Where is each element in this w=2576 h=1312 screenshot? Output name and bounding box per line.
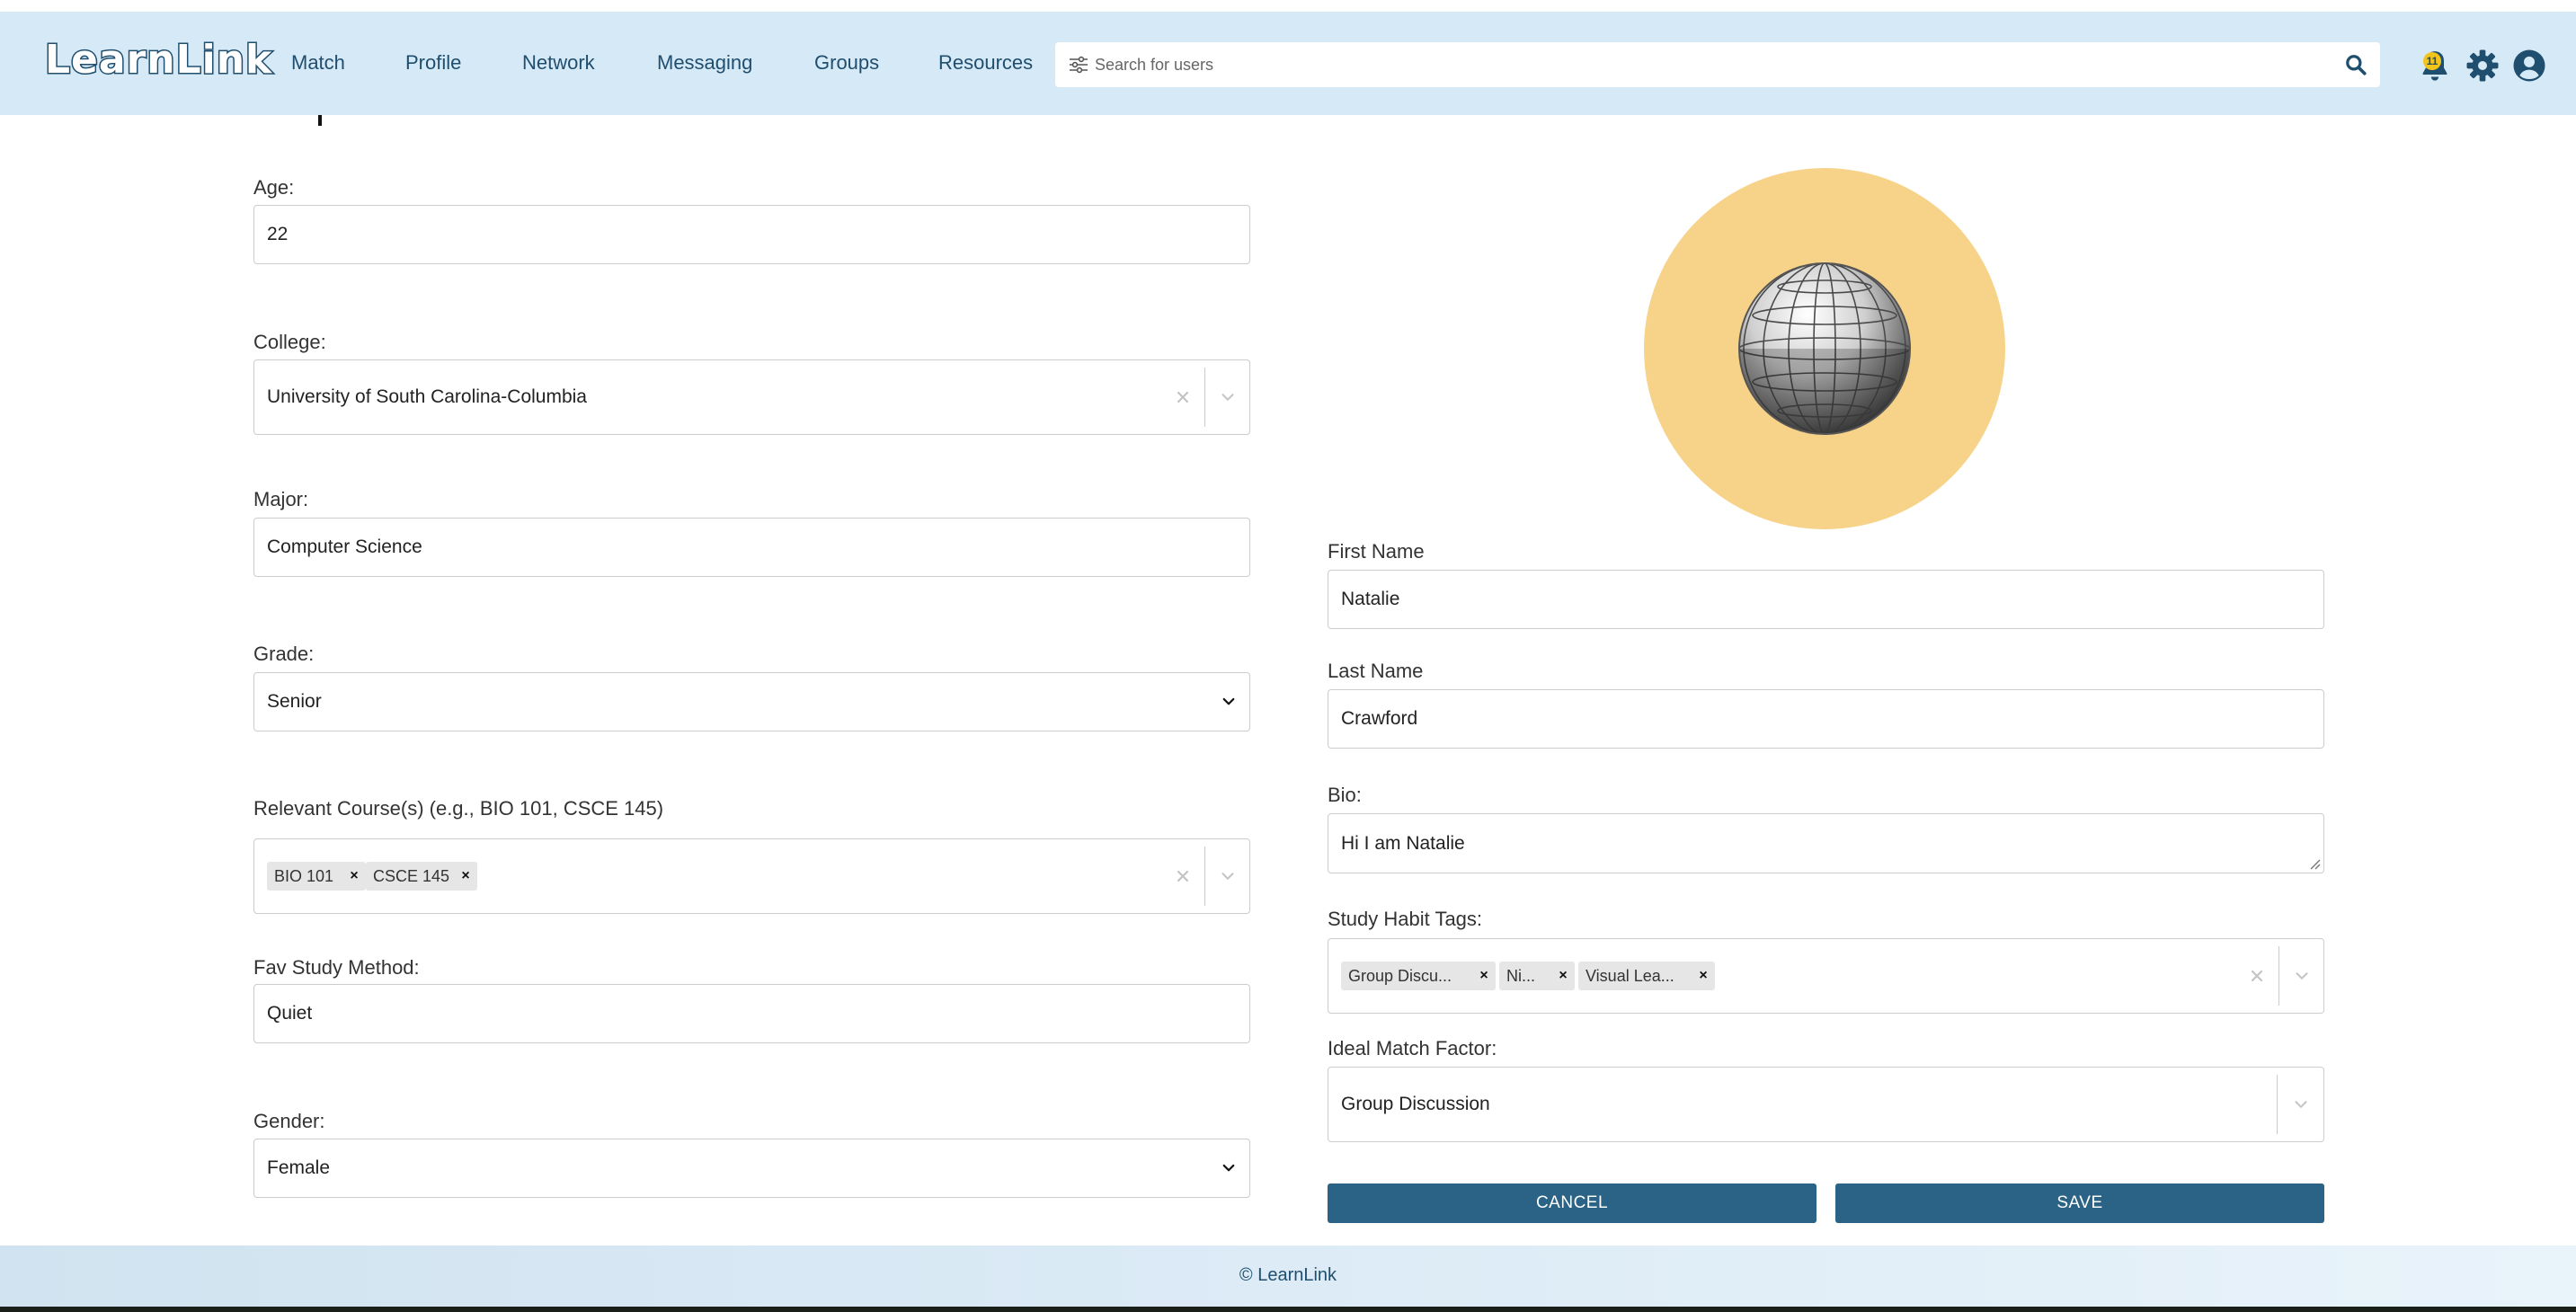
gear-icon[interactable] (2465, 48, 2500, 84)
courses-label: Relevant Course(s) (e.g., BIO 101, CSCE … (253, 797, 664, 820)
user-search-bar (1055, 42, 2380, 87)
last-name-value: Crawford (1341, 708, 1418, 729)
search-input[interactable] (1095, 49, 2317, 80)
major-label: Major: (253, 488, 309, 510)
notification-badge: 11 (2423, 52, 2441, 70)
gender-label: Gender: (253, 1110, 325, 1132)
last-name-label: Last Name (1328, 660, 1424, 682)
clear-icon[interactable] (2246, 965, 2268, 987)
course-chip-label: CSCE 145 (373, 867, 450, 885)
study-habit-tags-label: Study Habit Tags: (1328, 908, 1483, 930)
profile-avatar[interactable] (1644, 168, 2005, 529)
chevron-down-icon[interactable] (1218, 387, 1238, 407)
study-method-field[interactable]: Quiet (253, 984, 1250, 1043)
ideal-match-factor-select[interactable]: Group Discussion (1328, 1067, 2324, 1142)
page-footer: © LearnLink (0, 1246, 2576, 1307)
study-method-value: Quiet (267, 1003, 313, 1024)
bio-textarea[interactable]: Hi I am Natalie (1328, 813, 2324, 873)
select-divider (1204, 847, 1205, 906)
study-habit-chip-label: Visual Lea... (1586, 967, 1674, 985)
scrolled-heading-fragment (318, 115, 322, 126)
top-strip (0, 0, 2576, 12)
grade-value: Senior (267, 691, 322, 712)
footer-copyright: © LearnLink (1239, 1265, 1337, 1285)
first-name-value: Natalie (1341, 589, 1400, 609)
chevron-down-icon[interactable] (2291, 1095, 2311, 1114)
courses-select-controls (1159, 839, 1249, 913)
courses-multiselect[interactable]: BIO 101 × CSCE 145 × (253, 838, 1250, 914)
clear-icon[interactable] (1172, 386, 1194, 408)
save-button[interactable]: SAVE (1835, 1183, 2324, 1223)
remove-chip-icon[interactable]: × (1551, 962, 1575, 990)
major-value: Computer Science (267, 536, 422, 557)
age-label: Age: (253, 176, 295, 199)
nav-match[interactable]: Match (291, 51, 345, 75)
remove-chip-icon[interactable]: × (1472, 962, 1496, 990)
window-bottom-edge (0, 1307, 2576, 1312)
sliders-icon[interactable] (1068, 54, 1089, 75)
bio-label: Bio: (1328, 784, 1362, 806)
nav-messaging[interactable]: Messaging (657, 51, 752, 75)
first-name-label: First Name (1328, 540, 1425, 563)
ideal-match-factor-label: Ideal Match Factor: (1328, 1037, 1497, 1059)
app-logo[interactable]: LearnLink (43, 36, 272, 91)
top-navbar: LearnLink Match Profile Network Messagin… (0, 12, 2576, 115)
course-chip: BIO 101 × (267, 862, 366, 891)
last-name-field[interactable]: Crawford (1328, 689, 2324, 749)
grade-label: Grade: (253, 643, 315, 665)
nav-network[interactable]: Network (522, 51, 595, 75)
age-field[interactable]: 22 (253, 205, 1250, 264)
nav-groups[interactable]: Groups (814, 51, 879, 75)
study-habit-chip-label: Ni... (1506, 967, 1536, 985)
cancel-button[interactable]: CANCEL (1328, 1183, 1817, 1223)
chevron-down-icon[interactable] (2292, 966, 2312, 986)
select-divider (2277, 1075, 2278, 1134)
grade-select[interactable]: Senior (253, 672, 1250, 731)
remove-chip-icon[interactable]: × (1692, 962, 1715, 990)
college-value: University of South Carolina-Columbia (267, 386, 587, 407)
chevron-down-icon (1222, 697, 1235, 705)
ideal-match-factor-value: Group Discussion (1341, 1094, 1490, 1114)
college-select[interactable]: University of South Carolina-Columbia (253, 359, 1250, 435)
study-method-label: Fav Study Method: (253, 956, 420, 979)
course-chip: CSCE 145 × (366, 862, 477, 891)
study-habit-chip: Ni... × (1499, 962, 1575, 990)
college-label: College: (253, 331, 326, 353)
nav-resources[interactable]: Resources (938, 51, 1033, 75)
user-circle-icon[interactable] (2511, 48, 2547, 84)
study-habit-select-controls (2234, 939, 2323, 1013)
select-divider (1204, 368, 1205, 427)
college-select-controls (1159, 360, 1249, 434)
study-habit-chip-label: Group Discu... (1348, 967, 1452, 985)
bio-value: Hi I am Natalie (1341, 832, 1465, 854)
resize-handle-icon[interactable] (2308, 857, 2321, 870)
search-icon[interactable] (2344, 53, 2367, 76)
clear-icon[interactable] (1172, 865, 1194, 887)
gender-select[interactable]: Female (253, 1139, 1250, 1198)
gender-value: Female (267, 1157, 331, 1178)
ideal-match-select-controls (2277, 1068, 2323, 1141)
first-name-field[interactable]: Natalie (1328, 570, 2324, 629)
chevron-down-icon (1222, 1164, 1235, 1172)
study-habit-chip: Visual Lea... × (1578, 962, 1715, 990)
select-divider (2278, 946, 2279, 1006)
course-chip-label: BIO 101 (274, 867, 334, 885)
major-field[interactable]: Computer Science (253, 518, 1250, 577)
study-habit-tags-multiselect[interactable]: Group Discu... × Ni... × Visual Lea... × (1328, 938, 2324, 1014)
chevron-down-icon[interactable] (1218, 866, 1238, 886)
disco-ball-icon (1738, 262, 1911, 435)
study-habit-chip: Group Discu... × (1341, 962, 1496, 990)
remove-chip-icon[interactable]: × (454, 862, 477, 891)
nav-profile[interactable]: Profile (405, 51, 461, 75)
remove-chip-icon[interactable]: × (342, 862, 366, 891)
age-value: 22 (267, 224, 289, 244)
